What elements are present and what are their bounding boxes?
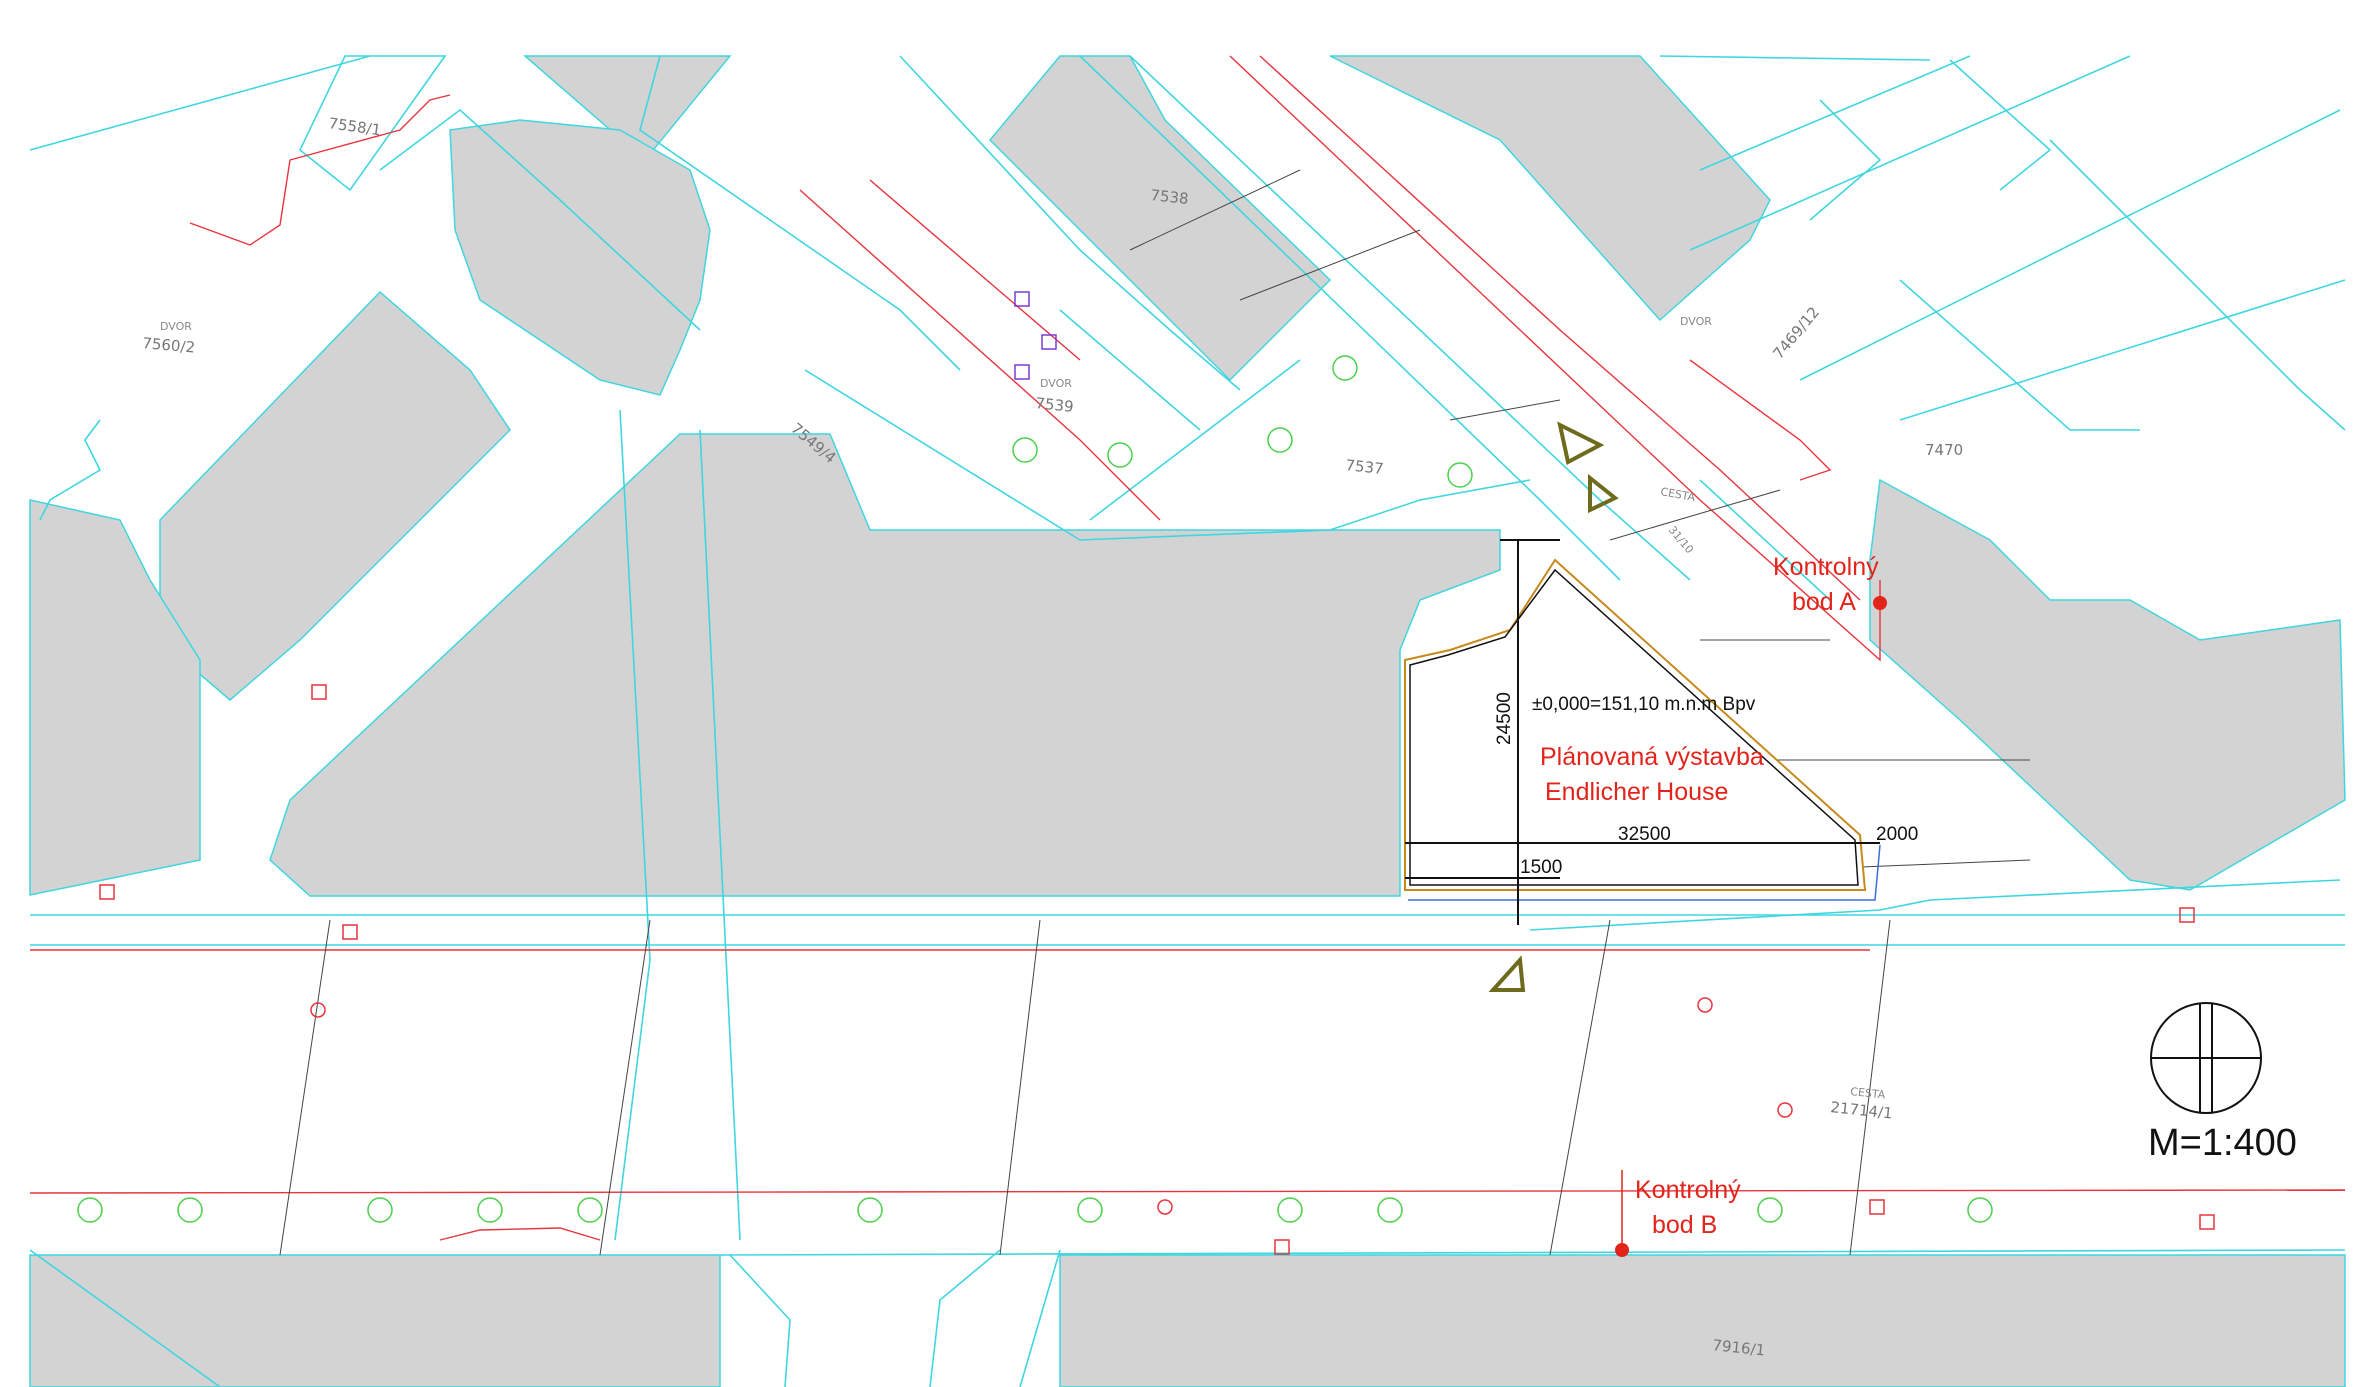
- small-label: DVOR: [1680, 315, 1712, 328]
- scale-label: M=1:400: [2148, 1122, 2297, 1164]
- dimension-offset-left: 1500: [1520, 857, 1562, 878]
- control-point-a-line1: Kontrolný: [1773, 553, 1879, 581]
- control-point-b-line1: Kontrolný: [1635, 1176, 1741, 1204]
- building-title-line1: Plánovaná výstavba: [1540, 743, 1764, 771]
- small-label: DVOR: [1040, 377, 1072, 390]
- small-label: DVOR: [160, 320, 192, 333]
- control-point-a-line2: bod A: [1792, 588, 1856, 616]
- dimension-width: 32500: [1618, 824, 1671, 845]
- control-point-b-line2: bod B: [1652, 1211, 1717, 1239]
- dimension-height: 24500: [1494, 692, 1515, 745]
- dimension-offset-right: 2000: [1876, 824, 1918, 845]
- parcel-label: 7470: [1925, 441, 1963, 459]
- building-title-line2: Endlicher House: [1545, 778, 1728, 806]
- site-plan-map: 7558/1 7560/2 7538 7539 7537 7549/4 7469…: [0, 0, 2376, 1387]
- building-datum: ±0,000=151,10 m.n.m Bpv: [1532, 694, 1756, 715]
